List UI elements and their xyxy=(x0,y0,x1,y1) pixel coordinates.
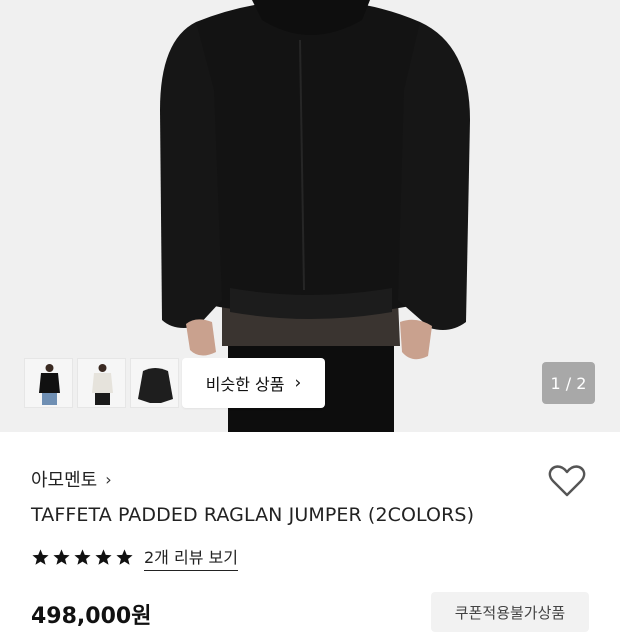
rating-row: 2개 리뷰 보기 xyxy=(31,544,238,571)
image-counter: 1 / 2 xyxy=(542,362,595,404)
chevron-right-icon: › xyxy=(105,469,112,489)
star-rating xyxy=(31,548,134,567)
star-icon xyxy=(53,549,70,565)
heart-icon[interactable] xyxy=(548,464,586,498)
thumbnail-jacket-flat-image xyxy=(131,359,178,407)
star-icon xyxy=(32,549,49,565)
product-info: 아모멘토 › TAFFETA PADDED RAGLAN JUMPER (2CO… xyxy=(0,432,620,632)
thumbnail-jacket-flat[interactable] xyxy=(130,358,179,408)
brand-link[interactable]: 아모멘토 › xyxy=(31,466,112,492)
thumbnail-white-outfit[interactable] xyxy=(77,358,126,408)
star-icon xyxy=(74,549,91,565)
similar-products-button[interactable]: 비슷한 상품 › xyxy=(182,358,325,408)
coupon-not-applicable-badge: 쿠폰적용불가상품 xyxy=(431,592,589,632)
view-reviews-link[interactable]: 2개 리뷰 보기 xyxy=(144,544,238,571)
product-price: 498,000원 xyxy=(31,604,152,629)
star-icon xyxy=(95,549,112,565)
brand-name: 아모멘토 xyxy=(31,470,98,491)
thumbnail-strip xyxy=(24,358,179,408)
product-title: TAFFETA PADDED RAGLAN JUMPER (2COLORS) xyxy=(31,504,475,526)
chevron-right-icon: › xyxy=(294,373,302,393)
thumbnail-white-outfit-image xyxy=(78,359,125,407)
thumbnail-black-outfit-image xyxy=(25,359,72,407)
thumbnail-black-outfit[interactable] xyxy=(24,358,73,408)
star-icon xyxy=(116,549,133,565)
product-image-gallery[interactable]: 비슷한 상품 › 1 / 2 xyxy=(0,0,620,432)
similar-products-label: 비슷한 상품 xyxy=(205,375,285,394)
